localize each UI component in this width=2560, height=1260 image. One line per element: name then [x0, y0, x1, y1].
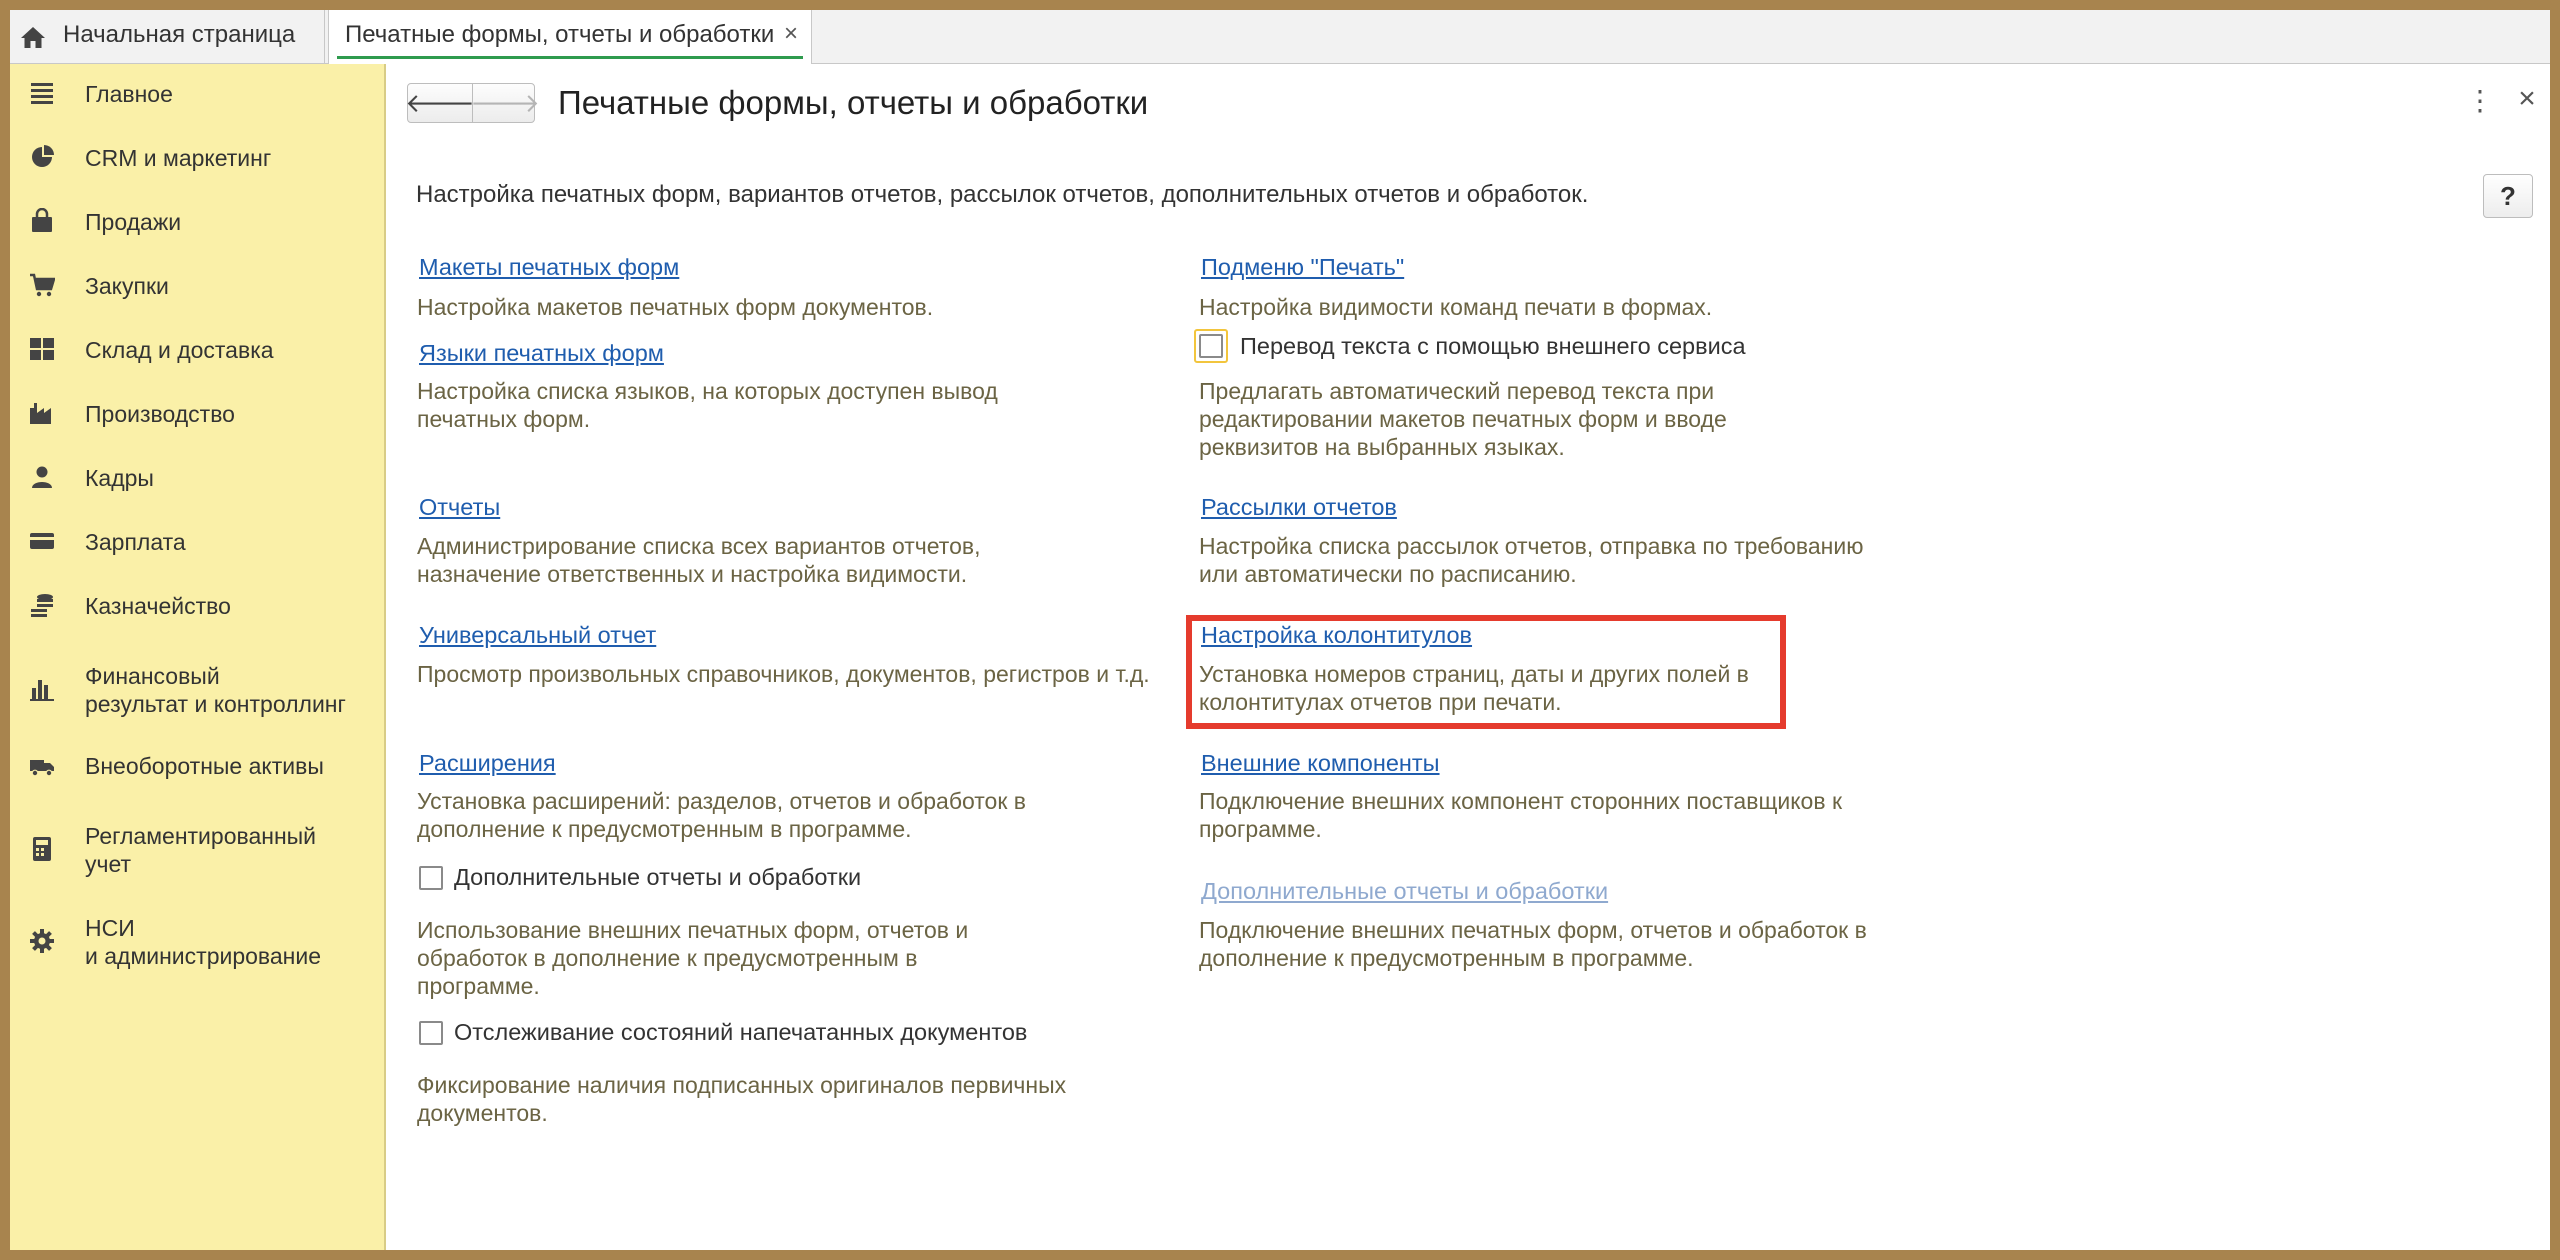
desc-reports: Администрирование списка всех вариантов …	[417, 533, 981, 587]
bar-chart-icon	[30, 680, 54, 701]
desc-additional-reports: Использование внешних печатных форм, отч…	[417, 917, 969, 999]
more-actions-icon[interactable]: ⋮	[2466, 86, 2494, 116]
shopping-cart-icon	[30, 273, 55, 297]
link-reports[interactable]: Отчеты	[419, 494, 500, 521]
link-extensions[interactable]: Расширения	[419, 750, 556, 777]
checkbox-box[interactable]	[1199, 334, 1223, 358]
link-external-components[interactable]: Внешние компоненты	[1201, 750, 1440, 777]
desc-print-languages: Настройка списка языков, на которых дост…	[417, 378, 998, 432]
pie-chart-icon	[32, 145, 54, 167]
tab-print-forms[interactable]: Печатные формы, отчеты и обработки ×	[328, 10, 812, 64]
page-title: Печатные формы, отчеты и обработки	[558, 84, 1149, 121]
app-window: Начальная страница Печатные формы, отчет…	[10, 10, 2550, 1250]
menu-lines-icon	[31, 83, 53, 104]
tab-print-forms-label: Печатные формы, отчеты и обработки	[345, 21, 775, 48]
tab-bar: Начальная страница Печатные формы, отчет…	[10, 10, 2550, 64]
checkbox-label: Перевод текста с помощью внешнего сервис…	[1240, 332, 1746, 359]
back-button[interactable]: 🡐	[405, 84, 475, 122]
desc-extensions: Установка расширений: разделов, отчетов …	[417, 788, 1027, 842]
main-content: 🡐 🡒 Печатные формы, отчеты и обработки ⋮…	[386, 64, 2550, 1250]
sidebar-item-salary[interactable]: Зарплата	[10, 522, 384, 562]
tab-home-label: Начальная страница	[63, 21, 296, 48]
link-print-languages[interactable]: Языки печатных форм	[419, 340, 664, 367]
checkbox-focus-frame	[1194, 329, 1228, 363]
checkbox-translation[interactable]: Перевод текста с помощью внешнего сервис…	[1194, 329, 1746, 363]
sidebar-item-main[interactable]: Главное	[10, 74, 384, 114]
sidebar-item-regulated-accounting[interactable]: Регламентированный учет	[10, 818, 384, 882]
sidebar-item-production[interactable]: Производство	[10, 394, 384, 434]
desc-translation: Предлагать автоматический перевод текста…	[1199, 378, 1727, 460]
tab-close-icon[interactable]: ×	[781, 22, 801, 46]
sidebar-item-label: Регламентированный учет	[85, 823, 317, 877]
sidebar-item-label: Продажи	[85, 209, 182, 235]
sidebar-item-label: Зарплата	[85, 529, 186, 555]
sidebar-item-warehouse[interactable]: Склад и доставка	[10, 330, 384, 370]
tab-active-indicator	[337, 56, 803, 59]
sidebar-item-label: НСИ и администрирование	[85, 915, 322, 969]
shopping-bag-icon	[32, 208, 52, 232]
warehouse-grid-icon	[30, 338, 54, 360]
desc-external-components: Подключение внешних компонент сторонних …	[1199, 788, 1843, 842]
desc-print-layouts: Настройка макетов печатных форм документ…	[417, 294, 934, 320]
checkbox-additional-reports[interactable]: Дополнительные отчеты и обработки	[419, 864, 861, 891]
sidebar: Главное CRM и маркетинг Продажи Закупки	[10, 64, 386, 1250]
desc-report-mailing: Настройка списка рассылок отчетов, отпра…	[1199, 533, 1864, 587]
home-icon	[21, 27, 45, 48]
checkbox-box[interactable]	[419, 1020, 443, 1045]
sidebar-item-label: Главное	[85, 81, 173, 107]
sidebar-item-label: Внеоборотные активы	[85, 753, 324, 779]
calculator-icon	[33, 837, 51, 861]
coins-stack-icon	[31, 594, 53, 617]
sidebar-item-label: Кадры	[85, 465, 154, 491]
help-button[interactable]: ?	[2483, 174, 2533, 218]
link-print-layouts[interactable]: Макеты печатных форм	[419, 254, 679, 281]
checkbox-tracking-printed[interactable]: Отслеживание состояний напечатанных доку…	[419, 1019, 1027, 1046]
checkbox-label: Отслеживание состояний напечатанных доку…	[454, 1019, 1028, 1045]
sidebar-item-financial-result[interactable]: Финансовый результат и контроллинг	[10, 658, 384, 722]
sidebar-item-fixed-assets[interactable]: Внеоборотные активы	[10, 746, 384, 786]
truck-icon	[30, 760, 54, 777]
gear-icon	[30, 929, 54, 953]
desc-universal-report: Просмотр произвольных справочников, доку…	[417, 661, 1150, 687]
sidebar-item-sales[interactable]: Продажи	[10, 202, 384, 242]
checkbox-label: Дополнительные отчеты и обработки	[454, 864, 862, 890]
desc-print-submenu: Настройка видимости команд печати в форм…	[1199, 294, 1713, 320]
checkbox-box[interactable]	[419, 865, 443, 890]
sidebar-item-label: CRM и маркетинг	[85, 145, 272, 171]
link-additional-reports[interactable]: Дополнительные отчеты и обработки	[1201, 878, 1608, 905]
close-icon[interactable]: ×	[2514, 84, 2540, 114]
sidebar-item-treasury[interactable]: Казначейство	[10, 586, 384, 626]
link-universal-report[interactable]: Универсальный отчет	[419, 622, 656, 649]
link-headers-footers[interactable]: Настройка колонтитулов	[1201, 622, 1472, 649]
sidebar-item-label: Финансовый результат и контроллинг	[85, 663, 346, 717]
history-nav: 🡐 🡒	[405, 83, 540, 123]
sidebar-item-label: Закупки	[85, 273, 169, 299]
desc-headers-footers: Установка номеров страниц, даты и других…	[1199, 661, 1749, 715]
desc-tracking-printed: Фиксирование наличия подписанных оригина…	[417, 1072, 1067, 1126]
factory-icon	[30, 403, 51, 424]
sidebar-item-label: Производство	[85, 401, 235, 427]
link-report-mailing[interactable]: Рассылки отчетов	[1201, 494, 1397, 521]
sidebar-item-crm[interactable]: CRM и маркетинг	[10, 138, 384, 178]
person-icon	[32, 466, 52, 488]
wallet-card-icon	[30, 533, 54, 549]
sidebar-item-admin[interactable]: НСИ и администрирование	[10, 910, 384, 974]
tab-home[interactable]: Начальная страница	[10, 10, 325, 63]
intro-text: Настройка печатных форм, вариантов отчет…	[416, 181, 1589, 208]
sidebar-item-hr[interactable]: Кадры	[10, 458, 384, 498]
desc-additional-reports-connect: Подключение внешних печатных форм, отчет…	[1199, 917, 1867, 971]
sidebar-item-label: Склад и доставка	[85, 337, 274, 363]
sidebar-item-purchases[interactable]: Закупки	[10, 266, 384, 306]
sidebar-item-label: Казначейство	[85, 593, 231, 619]
forward-button[interactable]: 🡒	[470, 84, 540, 122]
link-print-submenu[interactable]: Подменю "Печать"	[1201, 254, 1404, 281]
